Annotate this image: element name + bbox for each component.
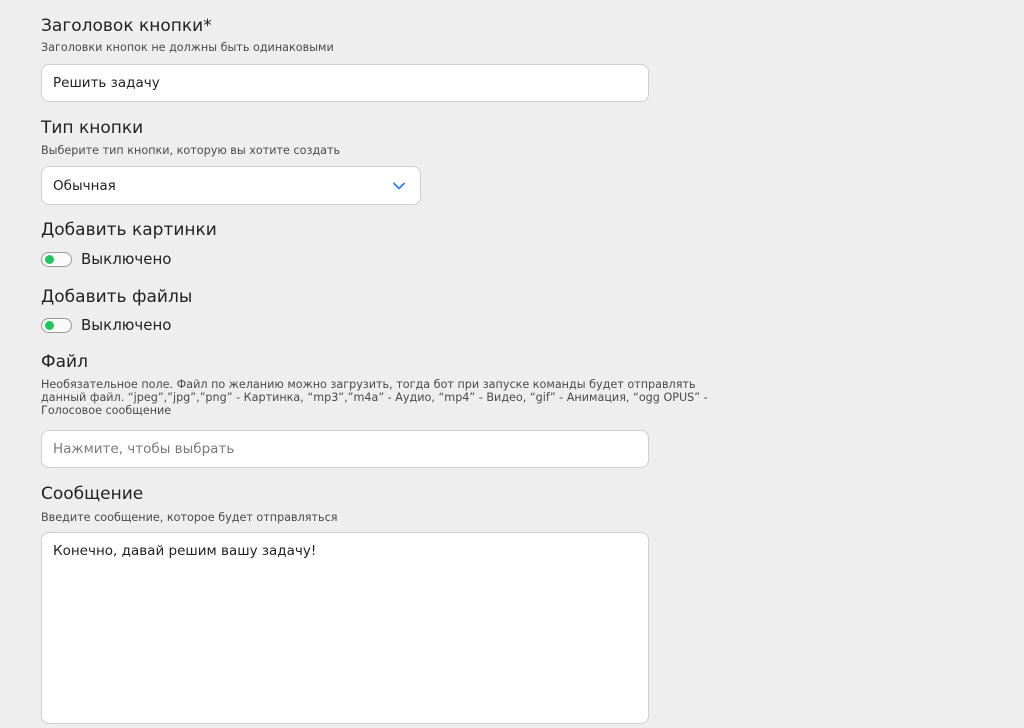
file-hint: Необязательное поле. Файл по желанию мож… bbox=[41, 378, 708, 417]
message-value: Конечно, давай решим вашу задачу! bbox=[53, 543, 317, 559]
toggle-knob bbox=[45, 320, 54, 330]
button-type-label: Тип кнопки bbox=[41, 118, 144, 138]
add-images-toggle-row: Выключено bbox=[41, 249, 171, 269]
file-label: Файл bbox=[41, 352, 88, 372]
message-hint: Введите сообщение, которое будет отправл… bbox=[41, 511, 338, 524]
add-files-toggle-state: Выключено bbox=[81, 316, 172, 334]
file-picker-input[interactable]: Нажмите, чтобы выбрать bbox=[41, 430, 649, 468]
add-files-toggle[interactable] bbox=[41, 317, 72, 333]
add-images-label: Добавить картинки bbox=[41, 220, 217, 240]
button-title-label: Заголовок кнопки* bbox=[41, 16, 212, 36]
add-files-label: Добавить файлы bbox=[41, 287, 193, 307]
button-type-select[interactable]: Обычная bbox=[41, 166, 421, 205]
toggle-knob bbox=[45, 254, 54, 264]
button-title-value: Решить задачу bbox=[53, 75, 160, 91]
message-textarea[interactable]: Конечно, давай решим вашу задачу! bbox=[41, 532, 649, 724]
add-images-toggle[interactable] bbox=[41, 251, 72, 267]
file-picker-placeholder: Нажмите, чтобы выбрать bbox=[53, 441, 235, 457]
button-title-input[interactable]: Решить задачу bbox=[41, 64, 649, 102]
add-images-toggle-state: Выключено bbox=[81, 250, 172, 268]
message-label: Сообщение bbox=[41, 484, 144, 504]
add-files-toggle-row: Выключено bbox=[41, 315, 171, 335]
chevron-down-icon bbox=[393, 182, 405, 189]
button-type-selected: Обычная bbox=[53, 177, 116, 194]
button-type-hint: Выберите тип кнопки, которую вы хотите с… bbox=[41, 144, 341, 157]
button-title-hint: Заголовки кнопок не должны быть одинаков… bbox=[41, 41, 334, 54]
